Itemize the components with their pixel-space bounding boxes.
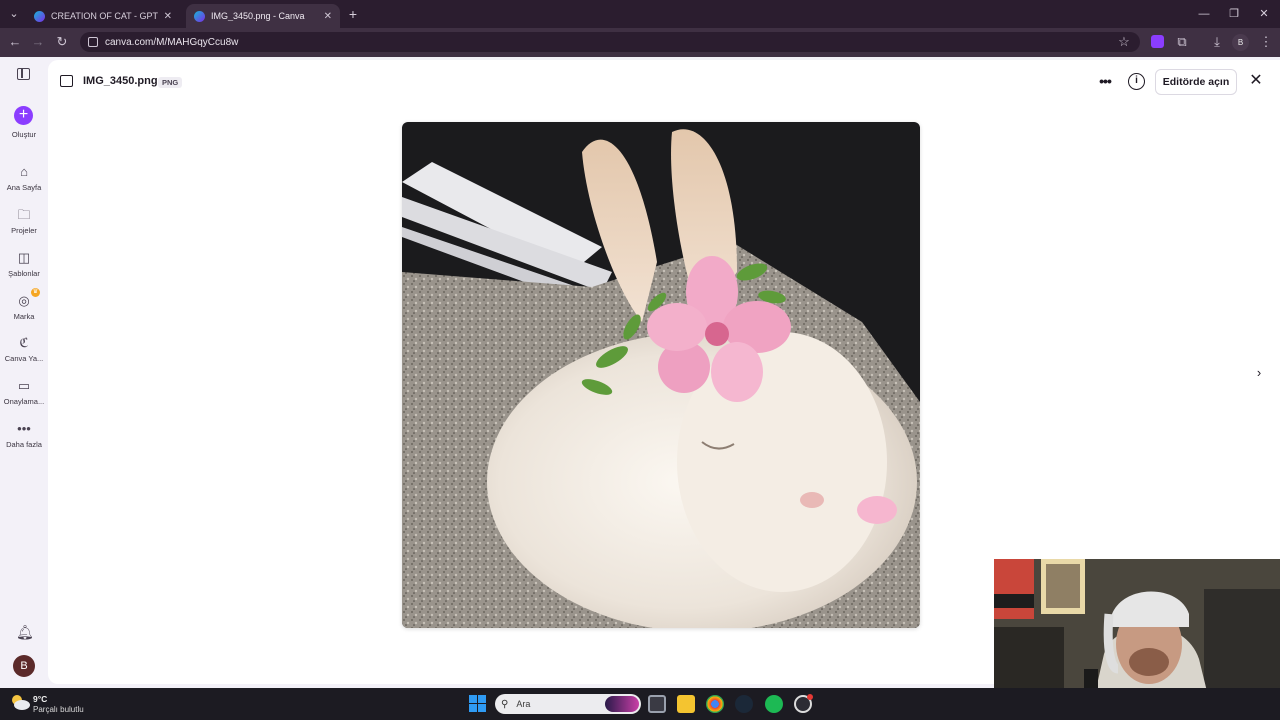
sidebar-item-label: Şablonlar (8, 269, 40, 278)
site-settings-icon[interactable] (88, 37, 98, 47)
file-explorer-icon[interactable] (677, 695, 695, 713)
weather-partly-cloudy-icon[interactable] (10, 694, 30, 710)
sidebar-item-label: Marka (13, 312, 35, 321)
url-text: canva.com/M/MAHGqyCcu8w (105, 36, 239, 48)
canva-favicon-icon (194, 10, 205, 22)
canva-ai-icon: ℭ (19, 335, 29, 350)
search-placeholder: Ara (516, 699, 531, 709)
taskbar-search-box[interactable]: ⚲ Ara (495, 694, 641, 714)
weather-temperature[interactable]: 9°C (33, 694, 47, 704)
sidebar-item-brand[interactable]: ◎ Marka (0, 292, 48, 321)
windows-start-icon[interactable] (469, 695, 487, 713)
profile-avatar[interactable]: B (1232, 34, 1249, 51)
tab-title: IMG_3450.png - Canva (211, 11, 305, 21)
close-tab-icon[interactable]: ✕ (324, 11, 332, 22)
sidebar-item-label: Oluştur (11, 130, 37, 139)
browser-tab-img-3450[interactable]: IMG_3450.png - Canva ✕ (186, 4, 340, 28)
steam-icon[interactable] (735, 695, 753, 713)
forward-icon[interactable]: → (29, 33, 47, 51)
bunny-photo (402, 122, 920, 628)
notification-dot-icon (807, 694, 813, 700)
address-bar[interactable]: canva.com/M/MAHGqyCcu8w (80, 32, 1140, 52)
preview-image (402, 122, 920, 628)
minimize-window-button[interactable]: — (1194, 5, 1214, 23)
weather-description[interactable]: Parçalı bulutlu (33, 705, 84, 714)
sidebar-item-more[interactable]: ••• Daha fazla (0, 420, 48, 449)
browser-menu-icon[interactable]: ⋮ (1257, 33, 1275, 51)
file-type-badge: PNG (158, 77, 183, 88)
file-name: IMG_3450.png (83, 75, 158, 87)
notifications-bell-icon[interactable]: 🔔︎ (16, 624, 34, 641)
home-icon: ⌂ (20, 164, 28, 179)
tab-search-dropdown-icon[interactable]: ⌄ (4, 5, 24, 23)
sidebar-item-label: Onaylama... (3, 397, 45, 406)
canva-favicon-icon (34, 10, 45, 22)
tab-title: CREATION OF CAT - GPT - 0_LE (51, 11, 158, 21)
bookmark-star-icon[interactable]: ☆ (1115, 33, 1133, 51)
restore-window-button[interactable]: ❐ (1224, 5, 1244, 23)
account-avatar[interactable]: B (13, 655, 35, 677)
more-options-button[interactable]: ••• (1095, 72, 1115, 92)
create-plus-icon[interactable]: + (14, 106, 33, 125)
more-icon: ••• (17, 421, 31, 436)
toggle-sidebar-icon[interactable] (17, 68, 30, 80)
new-tab-button[interactable]: + (343, 5, 363, 23)
next-image-chevron-icon[interactable]: › (1252, 364, 1266, 382)
template-icon: ◫ (17, 250, 31, 265)
crown-badge-icon: ♛ (31, 288, 40, 297)
sidebar-item-create[interactable]: Oluştur (0, 128, 48, 139)
info-icon[interactable]: i (1128, 73, 1145, 90)
download-icon[interactable]: ⤓ (1208, 33, 1226, 51)
sidebar-item-label: Projeler (11, 226, 37, 235)
search-highlight-image (605, 696, 639, 712)
close-window-button[interactable]: ✕ (1254, 5, 1274, 23)
task-view-icon[interactable] (648, 695, 666, 713)
sidebar-item-templates[interactable]: ◫ Şablonlar (0, 249, 48, 278)
sidebar-item-canva-ai[interactable]: ℭ Canva Ya... (0, 334, 48, 363)
spotify-icon[interactable] (765, 695, 783, 713)
sidebar-item-label: Canva Ya... (4, 354, 44, 363)
sidebar-item-projects[interactable]: 🗀 Projeler (0, 206, 48, 235)
sidebar-item-label: Ana Sayfa (6, 183, 42, 192)
canva-sidebar (0, 57, 48, 688)
sidebar-item-approvals[interactable]: ▭ Onaylama... (0, 377, 48, 406)
image-file-icon (60, 75, 73, 87)
brand-icon: ◎ (18, 293, 30, 308)
extensions-puzzle-icon[interactable]: ⧉ (1173, 33, 1191, 51)
close-tab-icon[interactable]: ✕ (164, 11, 172, 22)
search-icon: ⚲ (501, 698, 509, 710)
back-icon[interactable]: ← (6, 33, 24, 51)
reload-icon[interactable]: ↻ (53, 33, 71, 51)
sidebar-item-home[interactable]: ⌂ Ana Sayfa (0, 163, 48, 192)
inbox-icon: ▭ (17, 378, 31, 393)
chrome-icon[interactable] (706, 695, 724, 713)
browser-tab-creation-of-cat[interactable]: CREATION OF CAT - GPT - 0_LE ✕ (26, 4, 180, 28)
open-in-editor-button[interactable]: Editörde açın (1155, 69, 1237, 95)
close-viewer-icon[interactable]: ✕ (1248, 72, 1264, 90)
sidebar-item-label: Daha fazla (6, 440, 42, 449)
folder-icon: 🗀 (17, 207, 31, 222)
extension-canva-icon[interactable] (1151, 35, 1164, 48)
